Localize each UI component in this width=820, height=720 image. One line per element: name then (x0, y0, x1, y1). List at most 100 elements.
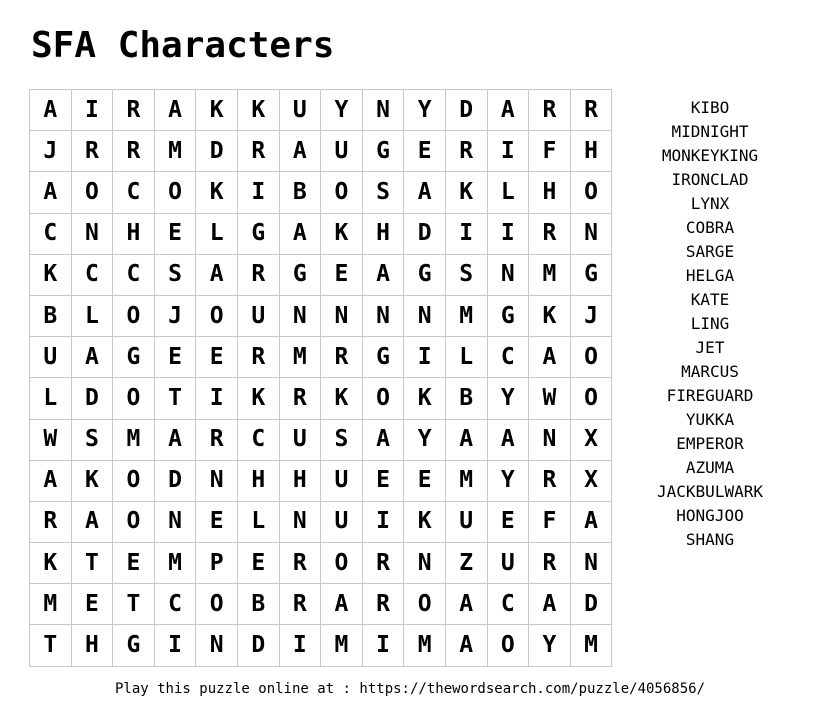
grid-cell: A (569, 500, 613, 544)
grid-cell: O (320, 542, 363, 585)
grid-cell: A (153, 88, 197, 132)
grid-row: KCCSARGEAGSNMG (29, 253, 613, 296)
grid-cell: J (569, 294, 613, 338)
grid-cell: K (195, 171, 238, 214)
grid-cell: A (278, 212, 322, 255)
grid-cell: T (29, 624, 72, 667)
word-list-item: KATE (690, 290, 730, 309)
grid-cell: I (403, 336, 446, 379)
grid-cell: C (70, 253, 114, 296)
grid-cell: I (361, 500, 405, 544)
word-list-item: SARGE (685, 242, 735, 261)
word-list-item: IRONCLAD (671, 170, 749, 189)
grid-cell: O (569, 171, 613, 214)
grid-cell: N (569, 212, 613, 255)
grid-cell: D (70, 377, 114, 420)
grid-cell: O (70, 171, 114, 214)
grid-cell: H (70, 624, 114, 667)
grid-row: WSMARCUSAYAANX (29, 418, 613, 461)
grid-cell: O (112, 377, 155, 420)
grid-row: THGINDIMIMAOYM (29, 624, 613, 667)
grid-cell: M (278, 336, 322, 379)
word-list-item: SHANG (685, 530, 735, 549)
grid-row: AKODNHHUEEMYRX (29, 459, 613, 502)
grid-cell: N (528, 418, 571, 461)
grid-cell: O (112, 459, 155, 502)
grid-cell: R (278, 542, 322, 585)
grid-cell: M (153, 130, 197, 173)
grid-cell: J (29, 130, 72, 173)
grid-cell: H (278, 459, 322, 502)
grid-cell: W (29, 418, 72, 461)
grid-cell: K (528, 294, 571, 338)
grid-cell: R (236, 253, 280, 296)
word-list-item: JET (695, 338, 725, 357)
grid-cell: U (236, 294, 280, 338)
grid-cell: Z (444, 542, 488, 585)
grid-cell: A (486, 418, 530, 461)
grid-cell: A (320, 583, 363, 626)
grid-row: KTEMPERORNZURN (29, 542, 613, 585)
grid-cell: C (153, 583, 197, 626)
grid-cell: R (528, 212, 571, 255)
grid-cell: G (361, 130, 405, 173)
grid-cell: O (486, 624, 530, 667)
grid-cell: I (278, 624, 322, 667)
grid-cell: G (112, 624, 155, 667)
grid-cell: A (486, 88, 530, 132)
grid-cell: A (444, 624, 488, 667)
grid-cell: I (70, 88, 114, 132)
grid-cell: A (361, 418, 405, 461)
grid-cell: O (569, 377, 613, 420)
grid-cell: O (195, 294, 238, 338)
grid-cell: E (153, 212, 197, 255)
word-list-item: EMPEROR (676, 434, 744, 453)
word-list-item: HELGA (685, 266, 735, 285)
grid-cell: A (29, 171, 72, 214)
grid-cell: R (29, 500, 72, 544)
grid-cell: G (569, 253, 613, 296)
grid-cell: A (361, 253, 405, 296)
grid-cell: K (236, 377, 280, 420)
grid-cell: C (29, 212, 72, 255)
grid-cell: A (528, 336, 571, 379)
grid-cell: G (112, 336, 155, 379)
grid-cell: E (403, 459, 446, 502)
grid-cell: R (278, 583, 322, 626)
grid-cell: R (361, 542, 405, 585)
grid-cell: R (112, 130, 155, 173)
grid-cell: B (444, 377, 488, 420)
word-list-item: AZUMA (685, 458, 735, 477)
grid-cell: P (195, 542, 238, 585)
word-list-item: HONGJOO (676, 506, 744, 525)
grid-cell: H (236, 459, 280, 502)
grid-cell: D (444, 88, 488, 132)
word-list-item: YUKKA (685, 410, 735, 429)
grid-cell: E (112, 542, 155, 585)
grid-cell: R (528, 459, 571, 502)
grid-cell: L (195, 212, 238, 255)
grid-cell: R (236, 336, 280, 379)
grid-row: RAONELNUIKUEFA (29, 500, 613, 544)
grid-cell: B (236, 583, 280, 626)
grid-cell: Y (403, 88, 446, 132)
grid-cell: N (569, 542, 613, 585)
grid-cell: O (403, 583, 446, 626)
grid-cell: C (486, 583, 530, 626)
grid-cell: O (112, 500, 155, 544)
grid-cell: K (403, 377, 446, 420)
grid-cell: A (528, 583, 571, 626)
word-list-item: FIREGUARD (666, 386, 754, 405)
grid-cell: M (153, 542, 197, 585)
word-list-item: MARCUS (681, 362, 739, 381)
grid-cell: M (403, 624, 446, 667)
grid-cell: G (236, 212, 280, 255)
grid-cell: I (486, 130, 530, 173)
grid-row: AIRAKKUYNYDARR (29, 88, 613, 132)
word-list: KIBO MIDNIGHT MONKEYKING IRONCLAD LYNX COBRA S… (640, 96, 780, 552)
grid-cell: E (236, 542, 280, 585)
grid-cell: C (486, 336, 530, 379)
grid-cell: R (320, 336, 363, 379)
grid-cell: S (70, 418, 114, 461)
grid-cell: U (320, 459, 363, 502)
